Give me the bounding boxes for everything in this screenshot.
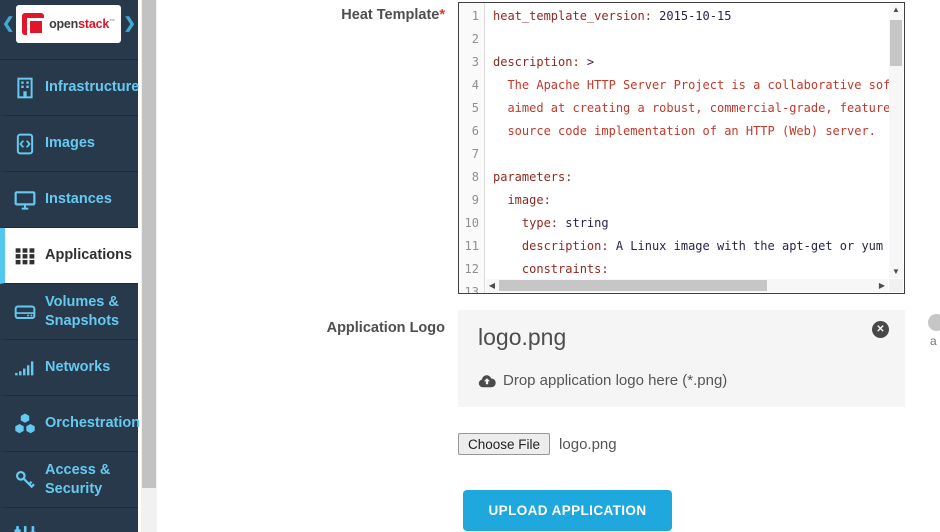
line-number: 8 (459, 166, 484, 189)
sidebar-item-volumes-snapshots[interactable]: Volumes & Snapshots (0, 284, 138, 340)
close-icon: ✕ (876, 324, 884, 335)
required-asterisk: * (439, 7, 445, 23)
sidebar: ❮ openstack™ ❯ Infrastructure Images Insta… (0, 0, 138, 532)
editor-code[interactable]: heat_template_version: 2015-10-15 descrip… (486, 3, 889, 280)
openstack-logo-text: openstack™ (49, 17, 115, 31)
sidebar-logo-row: ❮ openstack™ ❯ (0, 0, 138, 60)
dropzone-hint: Drop application logo here (*.png) (478, 372, 727, 389)
line-number: 2 (459, 28, 484, 51)
code-line: constraints: (493, 258, 889, 280)
line-number: 3 (459, 51, 484, 74)
sidebar-item-label: Instances (45, 190, 112, 209)
sidebar-item-label: Networks (45, 358, 110, 377)
cubes-icon (14, 413, 36, 435)
sidebar-item-networks[interactable]: Networks (0, 340, 138, 396)
help-partial-text: a (930, 334, 937, 348)
sidebar-nav: Infrastructure Images Instances Application… (0, 60, 138, 508)
sidebar-item-label: Orchestration (45, 414, 140, 433)
monitor-icon (14, 189, 36, 211)
sidebar-item-label: Access & Security (45, 461, 138, 499)
code-line: description: A Linux image with the apt-… (493, 235, 889, 258)
sidebar-item-label: Volumes & Snapshots (45, 293, 138, 331)
line-number: 5 (459, 97, 484, 120)
sidebar-item-orchestration[interactable]: Orchestration (0, 396, 138, 452)
chevron-right-icon[interactable]: ❯ (123, 15, 136, 33)
sidebar-item-images[interactable]: Images (0, 116, 138, 172)
help-icon (928, 314, 940, 331)
vertical-scrollbar-thumb[interactable] (890, 20, 902, 66)
line-number: 12 (459, 258, 484, 281)
line-number: 4 (459, 74, 484, 97)
application-logo-label: Application Logo (150, 320, 445, 336)
editor-gutter: 12345678910111213 (459, 3, 485, 293)
code-line (493, 28, 889, 51)
line-number: 10 (459, 212, 484, 235)
code-line: source code implementation of an HTTP (W… (493, 120, 889, 143)
panel-scrollbar[interactable] (141, 0, 157, 532)
scroll-left-icon[interactable]: ◀ (486, 279, 498, 292)
line-number: 9 (459, 189, 484, 212)
code-line: description: > (493, 51, 889, 74)
line-number: 6 (459, 120, 484, 143)
sidebar-item-access-security[interactable]: Access & Security (0, 452, 138, 508)
building-icon (14, 77, 36, 99)
remove-logo-button[interactable]: ✕ (872, 321, 889, 338)
line-number: 1 (459, 5, 484, 28)
choose-file-button[interactable]: Choose File (458, 433, 550, 455)
dropzone-hint-text: Drop application logo here (*.png) (503, 372, 727, 389)
sidebar-item-partial[interactable] (14, 525, 36, 532)
heat-template-editor[interactable]: 12345678910111213 heat_template_version:… (458, 2, 905, 294)
heat-template-label: Heat Template* (150, 7, 445, 23)
code-line: type: string (493, 212, 889, 235)
sidebar-item-label: Images (45, 134, 95, 153)
sidebar-item-applications[interactable]: Applications (0, 228, 138, 284)
code-line: parameters: (493, 166, 889, 189)
scroll-right-icon[interactable]: ▶ (876, 279, 888, 292)
sidebar-item-infrastructure[interactable]: Infrastructure (0, 60, 138, 116)
openstack-logo[interactable]: openstack™ (16, 5, 121, 43)
editor-vertical-scrollbar[interactable]: ▲ ▼ (889, 4, 903, 278)
code-line: heat_template_version: 2015-10-15 (493, 5, 889, 28)
logo-dropzone[interactable]: logo.png Drop application logo here (*.p… (458, 310, 905, 407)
signal-bars-icon (14, 357, 36, 379)
line-number: 7 (459, 143, 484, 166)
scrollbar-corner (889, 279, 903, 292)
file-input-row: Choose File logo.png (458, 433, 617, 455)
selected-filename: logo.png (559, 436, 617, 453)
sliders-icon (14, 525, 36, 532)
dropped-filename: logo.png (478, 324, 566, 351)
cloud-upload-icon (478, 373, 496, 388)
drive-icon (14, 301, 36, 323)
sidebar-item-label: Applications (45, 246, 132, 265)
scroll-up-icon[interactable]: ▲ (889, 4, 903, 16)
upload-application-button[interactable]: UPLOAD APPLICATION (463, 490, 672, 531)
grid-icon (14, 245, 36, 267)
code-line: aimed at creating a robust, commercial-g… (493, 97, 889, 120)
file-code-icon (14, 133, 36, 155)
line-number: 13 (459, 281, 484, 293)
sidebar-item-label: Infrastructure (45, 78, 139, 97)
line-number: 11 (459, 235, 484, 258)
chevron-left-icon[interactable]: ❮ (2, 15, 15, 33)
code-line: image: (493, 189, 889, 212)
code-line (493, 143, 889, 166)
editor-horizontal-scrollbar[interactable]: ◀ ▶ (486, 279, 888, 292)
scroll-down-icon[interactable]: ▼ (889, 266, 903, 278)
horizontal-scrollbar-thumb[interactable] (499, 280, 767, 291)
code-line: The Apache HTTP Server Project is a coll… (493, 74, 889, 97)
openstack-logo-mark-icon (22, 13, 44, 35)
sidebar-item-instances[interactable]: Instances (0, 172, 138, 228)
panel-scrollbar-thumb[interactable] (142, 0, 156, 488)
key-icon (14, 469, 36, 491)
